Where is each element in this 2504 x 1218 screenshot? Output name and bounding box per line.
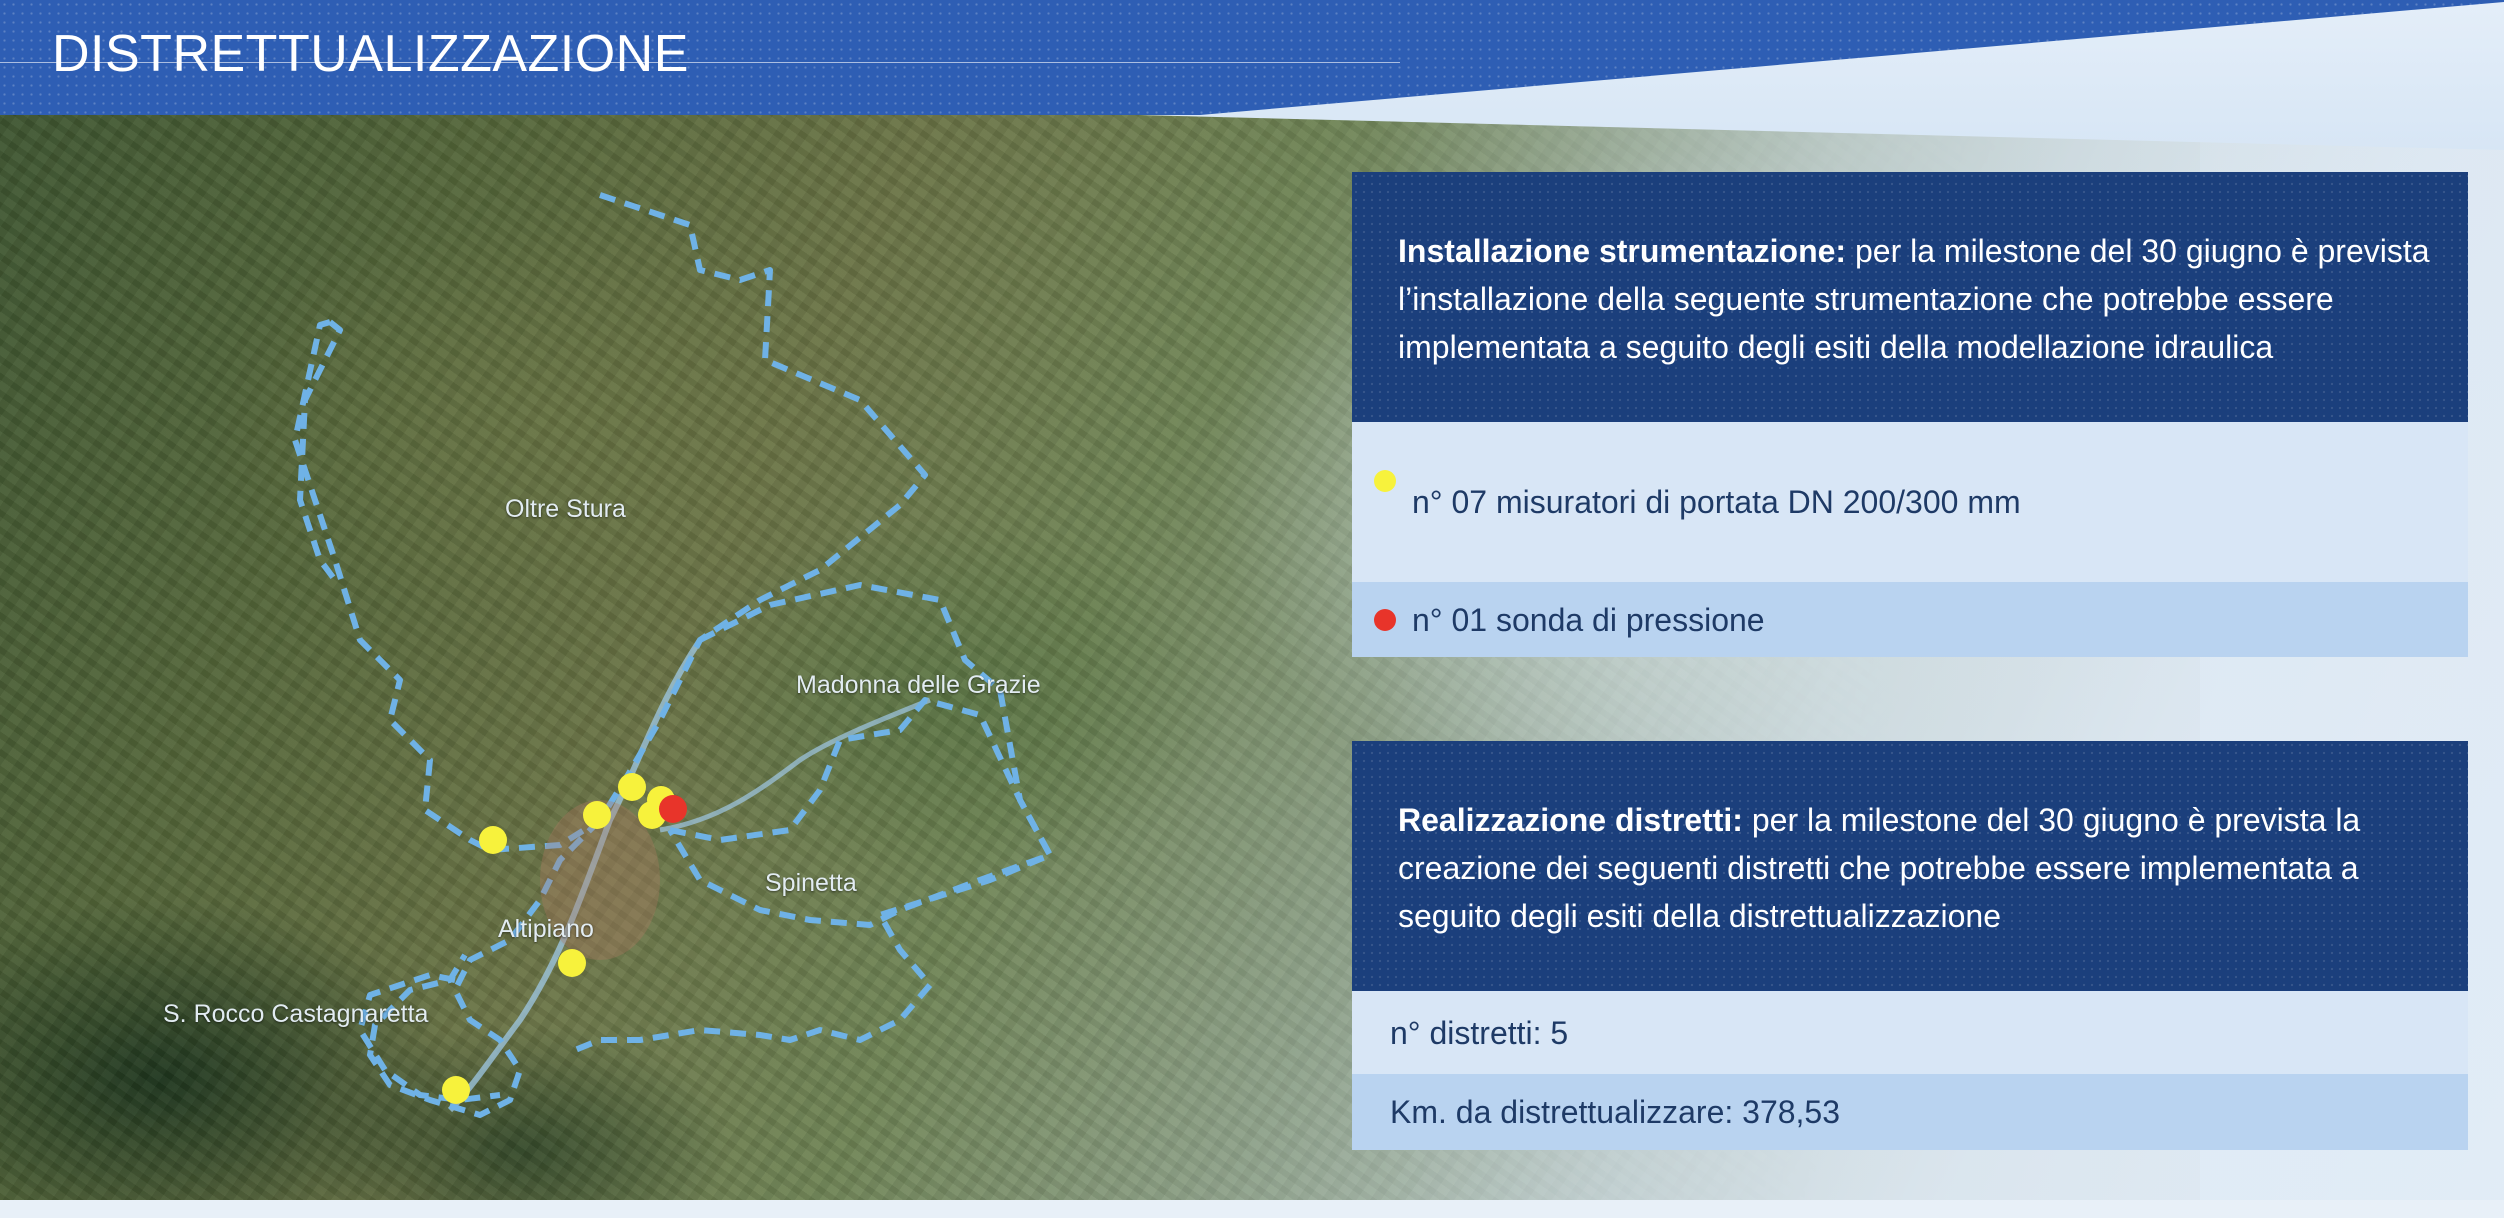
districts-heading: Realizzazione distretti: [1398, 802, 1743, 838]
flow-meter-marker [558, 949, 586, 977]
district-madonna-grazie [667, 582, 1053, 928]
page-title: DISTRETTUALIZZAZIONE [52, 25, 689, 83]
yellow-dot-icon [1374, 470, 1396, 492]
flow-meter-marker [442, 1076, 470, 1104]
river-branch [659, 697, 931, 833]
flow-meter-marker [479, 826, 507, 854]
instrumentation-heading: Installazione strumentazione: [1398, 233, 1847, 269]
pressure-probe-marker [659, 795, 687, 823]
districts-item-km: Km. da distrettualizzare: 378,53 [1352, 1074, 2468, 1150]
instrumentation-item-flow-meters: n° 07 misuratori di portata DN 200/300 m… [1352, 422, 2468, 582]
district-s-rocco [357, 972, 501, 1103]
districts-km-label: Km. da distrettualizzare: 378,53 [1390, 1094, 1841, 1130]
red-dot-icon [1374, 609, 1396, 631]
districts-count-label: n° distretti: 5 [1390, 1015, 1569, 1051]
flow-meter-marker [583, 801, 611, 829]
place-label-s-rocco-castagnaretta: S. Rocco Castagnaretta [163, 1000, 429, 1028]
flow-meter-marker [618, 773, 646, 801]
flow-meters-label: n° 07 misuratori di portata DN 200/300 m… [1412, 484, 2021, 520]
place-label-altipiano: Altipiano [498, 915, 594, 943]
slide: Oltre Stura Madonna delle Grazie Spinett… [0, 0, 2504, 1218]
place-label-oltre-stura: Oltre Stura [505, 495, 626, 523]
place-label-spinetta: Spinetta [765, 869, 857, 897]
place-label-madonna-delle-grazie: Madonna delle Grazie [796, 671, 1041, 699]
instrumentation-panel: Installazione strumentazione: per la mil… [1352, 172, 2468, 422]
districts-item-count: n° distretti: 5 [1352, 991, 2468, 1074]
pressure-probe-label: n° 01 sonda di pressione [1412, 602, 1765, 638]
district-boundaries [292, 192, 1053, 1118]
districts-panel: Realizzazione distretti: per la mileston… [1352, 741, 2468, 991]
instrumentation-item-pressure-probe: n° 01 sonda di pressione [1352, 582, 2468, 657]
district-oltre-stura-west [297, 319, 343, 582]
